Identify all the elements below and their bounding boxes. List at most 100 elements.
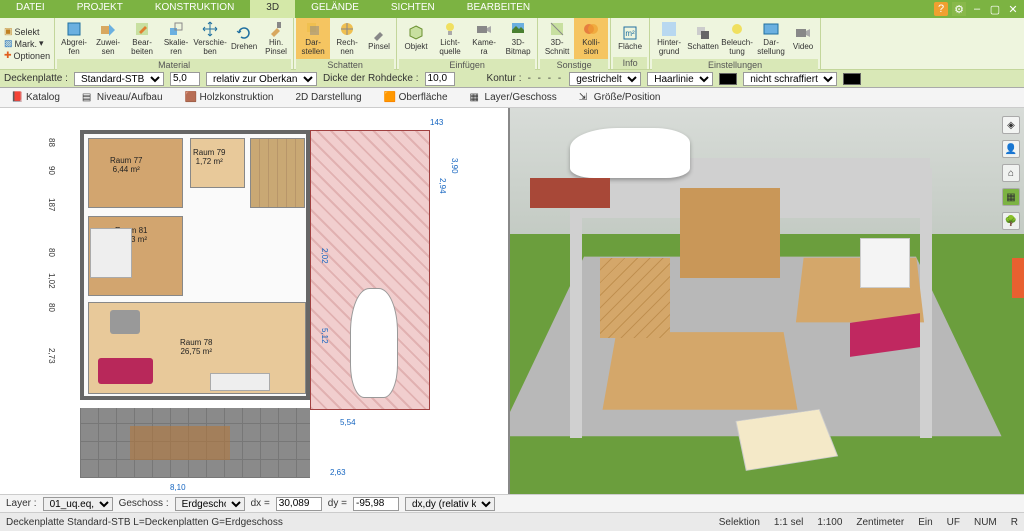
menu-tab-projekt[interactable]: PROJEKT (61, 0, 139, 18)
size-button[interactable]: ⇲Größe/Position (572, 89, 668, 107)
layer-icon: ▦ (470, 92, 482, 104)
background-brush-button[interactable]: Hin. Pinsel (261, 18, 291, 59)
shadow-settings-button[interactable]: Schatten (686, 18, 720, 59)
surface-icon: 🟧 (384, 92, 396, 104)
bed (90, 228, 132, 278)
pick-material-button[interactable]: Abgrei- fen (57, 18, 91, 59)
coord-mode-select[interactable]: dx,dy (relativ ka (405, 497, 495, 511)
area-info-button[interactable]: m²Fläche (613, 18, 647, 57)
minimize-icon[interactable]: – (970, 2, 984, 16)
2d-button[interactable]: 2D Darstellung (288, 89, 368, 106)
bed-3d (735, 409, 838, 471)
status-rf: R (1011, 517, 1018, 528)
thickness-label: Dicke der Rohdecke : (323, 73, 419, 84)
layer-button[interactable]: ▦Layer/Geschoss (463, 89, 564, 107)
insert-light-button[interactable]: Licht- quelle (433, 18, 467, 59)
menu-tab-konstruktion[interactable]: KONSTRUKTION (139, 0, 250, 18)
scale-material-button[interactable]: Skalie- ren (159, 18, 193, 59)
maximize-icon[interactable]: ▢ (988, 2, 1002, 16)
desk-2d (210, 373, 270, 391)
group-label: Sonstige (540, 59, 608, 71)
select-tool[interactable]: ▣Selekt (4, 26, 50, 37)
deck-val1-input[interactable] (170, 72, 200, 86)
hatch-swatch[interactable] (843, 73, 861, 85)
shadow-display-button[interactable]: Dar- stellen (296, 18, 330, 59)
stairs (250, 138, 305, 208)
dy-input[interactable] (353, 497, 399, 511)
help-icon[interactable]: ? (934, 2, 948, 16)
3d-viewport[interactable]: ◈ 👤 ⌂ ▦ 🌳 (510, 108, 1024, 494)
insert-3dbitmap-button[interactable]: 3D- Bitmap (501, 18, 535, 59)
insert-object-button[interactable]: Objekt (399, 18, 433, 59)
svg-text:m²: m² (625, 29, 635, 38)
layer-select[interactable]: 01_uq.eq,o( (43, 497, 113, 511)
display-settings-button[interactable]: Dar- stellung (754, 18, 788, 59)
view-cube-icon[interactable]: ◈ (1002, 116, 1020, 134)
menu-tab-bearbeiten[interactable]: BEARBEITEN (451, 0, 546, 18)
shadow-brush-button[interactable]: Pinsel (364, 18, 394, 59)
palette-icon[interactable]: ▦ (1002, 188, 1020, 206)
kontur-label: Kontur : (487, 73, 522, 84)
house-icon[interactable]: ⌂ (1002, 164, 1020, 182)
insert-camera-button[interactable]: Kame- ra (467, 18, 501, 59)
kontur-style-select[interactable]: gestrichelt (569, 72, 641, 86)
deck-type-select[interactable]: Standard-STB (74, 72, 164, 86)
move-material-button[interactable]: Verschie- ben (193, 18, 227, 59)
haarlinie-select[interactable]: Haarlinie (647, 72, 713, 86)
menu-tab-gelaende[interactable]: GELÄNDE (295, 0, 375, 18)
wood-icon: 🟫 (185, 92, 197, 104)
background-button[interactable]: Hinter- grund (652, 18, 686, 59)
status-selection: Selektion (719, 517, 760, 528)
kontur-preview: - - - - (528, 73, 564, 84)
options-tool[interactable]: ✚Optionen (4, 50, 50, 61)
lighting-button[interactable]: Beleuch- tung (720, 18, 754, 59)
group-label: Schatten (296, 59, 394, 71)
edit-material-button[interactable]: Bear- beiten (125, 18, 159, 59)
color-swatch[interactable] (719, 73, 737, 85)
car-top-view (350, 288, 398, 398)
dx-input[interactable] (276, 497, 322, 511)
settings-icon[interactable]: ⚙ (952, 2, 966, 16)
surface-button[interactable]: 🟧Oberfläche (377, 89, 455, 107)
menu-tab-datei[interactable]: DATEI (0, 0, 61, 18)
group-label: Einstellungen (652, 59, 818, 71)
2d-plan-viewport[interactable]: 88 90 187 80 1,02 80 2,73 Raum 776,44 m²… (0, 108, 510, 494)
book-icon: 📕 (11, 92, 23, 104)
status-uf: UF (947, 517, 960, 528)
collision-button[interactable]: Kolli- sion (574, 18, 608, 59)
sofa-2d (98, 358, 153, 384)
shadow-calc-button[interactable]: Rech- nen (330, 18, 364, 59)
floor-label: Geschoss : (119, 498, 169, 509)
hatch-select[interactable]: nicht schraffiert (743, 72, 837, 86)
ribbon-group-einfuegen: Objekt Licht- quelle Kame- ra 3D- Bitmap… (397, 18, 538, 69)
group-label: Info (613, 57, 647, 69)
rel-select[interactable]: relativ zur Oberkan (206, 72, 317, 86)
ribbon-group-sonstige: 3D- Schnitt Kolli- sion Sonstige (538, 18, 611, 69)
group-label: Einfügen (399, 59, 535, 71)
menu-tab-3d[interactable]: 3D (250, 0, 295, 18)
menu-tab-sichten[interactable]: SICHTEN (375, 0, 451, 18)
3d-section-button[interactable]: 3D- Schnitt (540, 18, 574, 59)
thickness-input[interactable] (425, 72, 455, 86)
options-bar: Deckenplatte : Standard-STB relativ zur … (0, 70, 1024, 88)
assign-material-button[interactable]: Zuwei- sen (91, 18, 125, 59)
menu-bar: DATEI PROJEKT KONSTRUKTION 3D GELÄNDE SI… (0, 0, 1024, 18)
holz-button[interactable]: 🟫Holzkonstruktion (178, 89, 281, 107)
video-button[interactable]: Video (788, 18, 818, 59)
deck-label: Deckenplatte : (4, 73, 68, 84)
mark-tool[interactable]: ▨Mark.▾ (4, 38, 50, 49)
levels-icon: ▤ (82, 92, 94, 104)
tree-icon[interactable]: 🌳 (1002, 212, 1020, 230)
secondary-toolbar: 📕Katalog ▤Niveau/Aufbau 🟫Holzkonstruktio… (0, 88, 1024, 108)
katalog-button[interactable]: 📕Katalog (4, 89, 67, 107)
person-view-icon[interactable]: 👤 (1002, 140, 1020, 158)
rotate-material-button[interactable]: Drehen (227, 18, 261, 59)
close-icon[interactable]: ✕ (1006, 2, 1020, 16)
3d-model (550, 138, 964, 474)
3d-side-tools: ◈ 👤 ⌂ ▦ 🌳 (1002, 116, 1020, 230)
floor-select[interactable]: Erdgeschos (175, 497, 245, 511)
niveau-button[interactable]: ▤Niveau/Aufbau (75, 89, 170, 107)
side-panel-handle[interactable] (1012, 258, 1024, 298)
dx-label: dx = (251, 498, 270, 509)
status-ratio1: 1:1 sel (774, 517, 803, 528)
